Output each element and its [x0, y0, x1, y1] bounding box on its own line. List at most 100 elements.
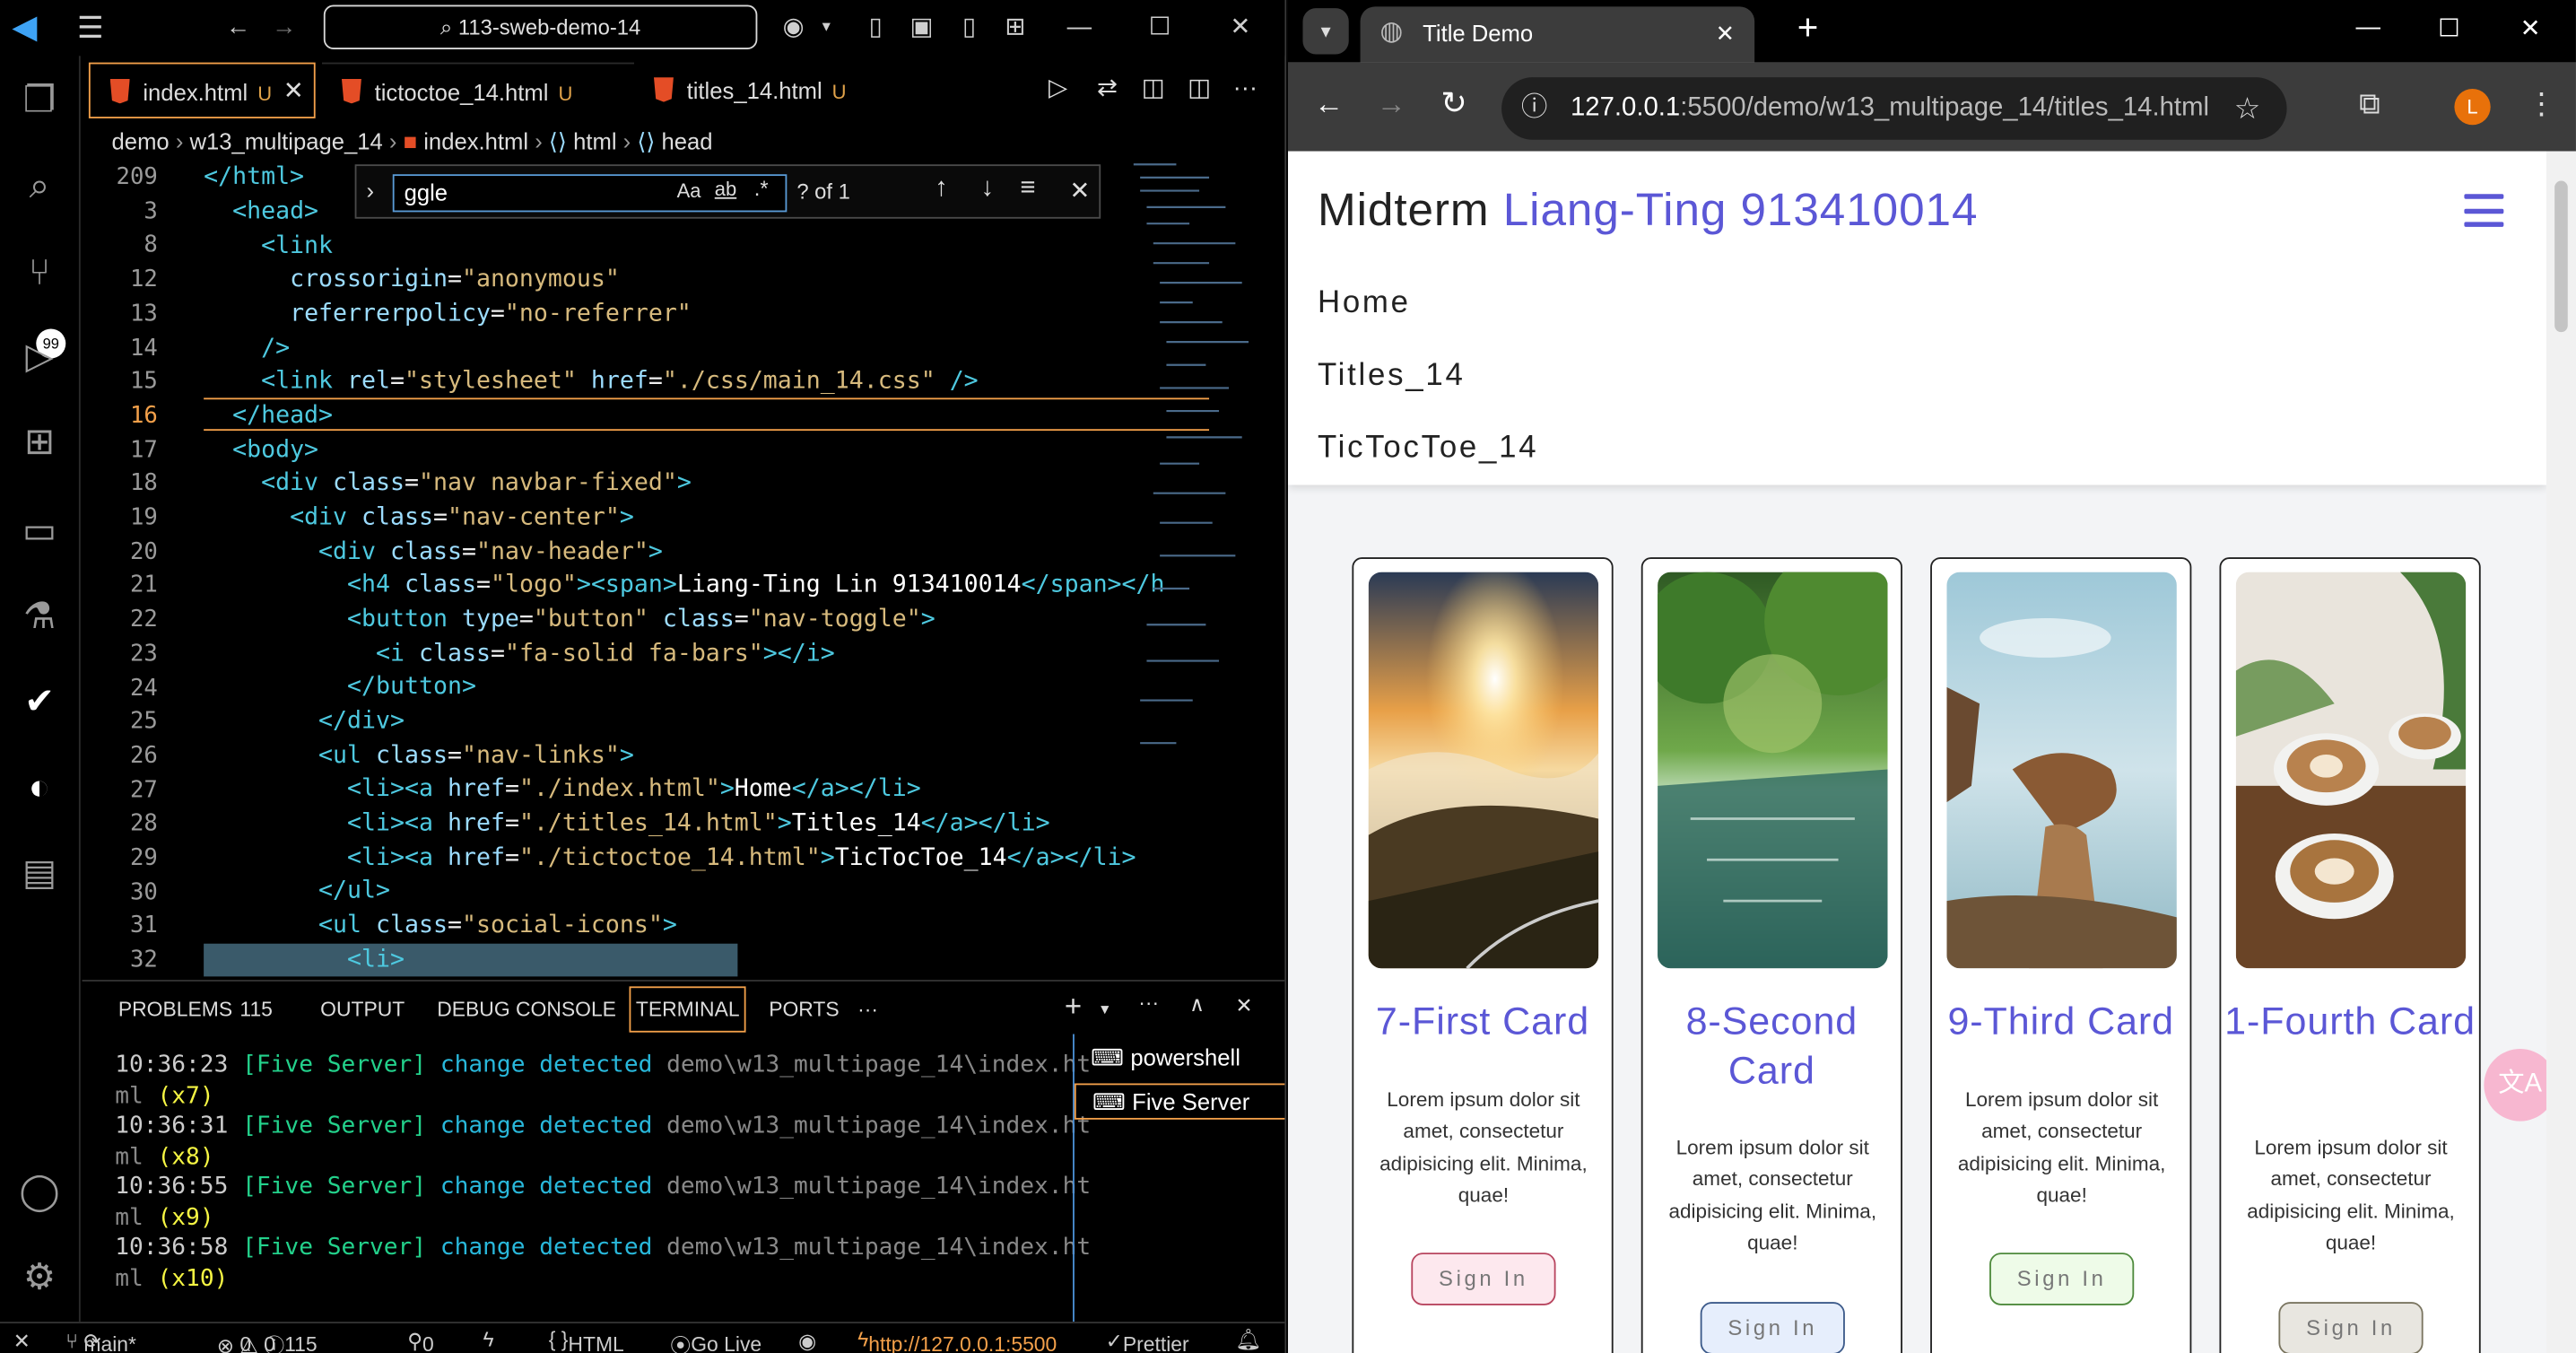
- toggle-replace-icon[interactable]: ›: [366, 178, 374, 204]
- nav-link-titles[interactable]: Titles_14: [1318, 358, 1466, 394]
- lightning-icon[interactable]: ϟ: [483, 1328, 493, 1351]
- tab-problems[interactable]: PROBLEMS: [118, 998, 232, 1021]
- chevron-down-icon[interactable]: ▾: [1101, 1001, 1109, 1019]
- remote-icon[interactable]: ✕: [13, 1328, 30, 1353]
- close-icon[interactable]: ✕: [1224, 12, 1258, 45]
- hamburger-menu-icon[interactable]: [2464, 194, 2504, 227]
- next-match-icon[interactable]: ↓: [980, 174, 994, 204]
- match-word-toggle[interactable]: ab: [715, 178, 736, 201]
- problems-indicator[interactable]: ⊗ 0 ⚠ 0 ⓘ 115: [217, 1328, 318, 1353]
- sign-in-button[interactable]: Sign In: [1700, 1302, 1845, 1353]
- site-info-icon[interactable]: ⓘ: [1521, 77, 1547, 140]
- new-tab-icon[interactable]: +: [1797, 6, 1819, 49]
- close-tab-icon[interactable]: ✕: [283, 64, 304, 119]
- minimize-icon[interactable]: —: [1063, 12, 1096, 45]
- notifications-bell-icon[interactable]: 🔔︎: [1235, 1328, 1261, 1352]
- find-in-selection-icon[interactable]: ≡: [1020, 174, 1035, 204]
- more-actions-icon[interactable]: ···: [1229, 73, 1262, 106]
- match-case-toggle[interactable]: Aa: [677, 179, 701, 203]
- breadcrumb-item[interactable]: index.html: [423, 128, 528, 154]
- server-url[interactable]: ϟ http://127.0.0.1:5500: [857, 1328, 1057, 1352]
- go-live-button[interactable]: ⦿ Go Live: [670, 1328, 761, 1353]
- new-terminal-icon[interactable]: +: [1065, 990, 1082, 1024]
- settings-gear-icon[interactable]: ⚙: [14, 1253, 64, 1302]
- copilot-icon[interactable]: ◉: [777, 12, 810, 45]
- breadcrumb-item[interactable]: html: [573, 128, 616, 154]
- toggle-secondary-sidebar-icon[interactable]: ▯: [953, 12, 986, 45]
- remote-explorer-icon[interactable]: ▭: [14, 506, 64, 555]
- chevron-down-icon[interactable]: ▾: [810, 12, 843, 45]
- tab-output[interactable]: OUTPUT: [320, 998, 405, 1021]
- breadcrumb-item[interactable]: head: [662, 128, 713, 154]
- close-panel-icon[interactable]: ✕: [1235, 993, 1252, 1018]
- regex-toggle[interactable]: .*: [754, 176, 769, 200]
- maximize-icon[interactable]: ☐: [2438, 13, 2460, 43]
- minimize-icon[interactable]: —: [2356, 13, 2380, 41]
- breadcrumb-item[interactable]: demo: [112, 128, 170, 154]
- previous-match-icon[interactable]: ↑: [935, 174, 948, 204]
- terminal-item-powershell[interactable]: ⌨ powershell: [1091, 1044, 1240, 1072]
- more-menu-icon[interactable]: ⋮: [2527, 87, 2556, 121]
- compare-changes-icon[interactable]: ⇄: [1091, 73, 1124, 106]
- sign-in-button[interactable]: Sign In: [1411, 1253, 1556, 1305]
- page-scrollbar[interactable]: [2546, 151, 2576, 1353]
- sign-in-button[interactable]: Sign In: [1989, 1253, 2135, 1305]
- terminal-item-five-server[interactable]: ⌨ Five Server: [1074, 1083, 1285, 1120]
- copilot-status-icon[interactable]: ◉: [798, 1328, 816, 1353]
- maximize-panel-icon[interactable]: ∧: [1189, 991, 1205, 1017]
- run-debug-icon[interactable]: ▷: [14, 332, 64, 381]
- back-arrow-icon[interactable]: ←: [222, 12, 255, 45]
- tab-index-html[interactable]: index.html U ✕: [88, 62, 316, 119]
- split-editor-icon[interactable]: ◫: [1183, 73, 1216, 106]
- bookmark-star-icon[interactable]: ☆: [2234, 77, 2261, 140]
- address-bar[interactable]: ⓘ 127.0.0.1:5500/demo/w13_multipage_14/t…: [1501, 77, 2287, 140]
- browser-tab[interactable]: ◍ Title Demo ✕: [1360, 6, 1755, 63]
- language-mode[interactable]: { } HTML: [549, 1328, 624, 1352]
- branch-indicator[interactable]: ⑂ main* ⟳: [65, 1328, 136, 1353]
- close-tab-icon[interactable]: ✕: [1716, 6, 1735, 59]
- more-tabs-icon[interactable]: ···: [857, 998, 878, 1021]
- testing-icon[interactable]: ⚗: [14, 592, 64, 642]
- toggle-panel-icon[interactable]: ▣: [905, 12, 938, 45]
- close-icon[interactable]: ✕: [2520, 13, 2541, 43]
- reload-icon[interactable]: ↻: [1440, 85, 1466, 123]
- close-find-icon[interactable]: ✕: [1069, 176, 1090, 205]
- scrollbar-thumb[interactable]: [2554, 180, 2568, 333]
- minimap[interactable]: [1127, 158, 1272, 816]
- forward-arrow-icon[interactable]: →: [268, 12, 301, 45]
- ports-indicator[interactable]: ⚲ 0: [407, 1328, 434, 1353]
- tab-terminal[interactable]: TERMINAL: [629, 986, 746, 1033]
- toggle-sidebar-icon[interactable]: ▯: [859, 12, 892, 45]
- nav-link-tictoctoe[interactable]: TicTocToe_14: [1318, 431, 1538, 467]
- extensions-icon[interactable]: ⧉: [2359, 87, 2380, 121]
- source-control-icon[interactable]: ⑂: [14, 249, 64, 298]
- tab-ports[interactable]: PORTS: [769, 998, 839, 1021]
- open-preview-icon[interactable]: ◫: [1136, 73, 1170, 106]
- tab-search-icon[interactable]: ▾: [1302, 8, 1349, 55]
- more-actions-icon[interactable]: ···: [1138, 991, 1159, 1015]
- prettier-status[interactable]: ✓ Prettier: [1106, 1328, 1189, 1353]
- run-icon[interactable]: ▷: [1041, 73, 1075, 106]
- tab-titles-html[interactable]: titles_14.html U: [634, 63, 986, 118]
- customize-layout-icon[interactable]: ⊞: [999, 12, 1032, 45]
- checklist-icon[interactable]: ✔: [14, 677, 64, 727]
- maximize-icon[interactable]: ☐: [1144, 12, 1177, 45]
- account-icon[interactable]: ◯: [14, 1167, 64, 1217]
- extensions-icon[interactable]: ⊞: [14, 417, 64, 467]
- command-center-search[interactable]: ⌕ 113-sweb-demo-14: [323, 4, 758, 49]
- breadcrumb-item[interactable]: w13_multipage_14: [190, 128, 383, 154]
- sign-in-button[interactable]: Sign In: [2278, 1302, 2424, 1353]
- translate-icon[interactable]: 文A: [2484, 1049, 2556, 1122]
- menu-icon[interactable]: ☰: [74, 12, 107, 45]
- back-arrow-icon[interactable]: ←: [1314, 87, 1344, 121]
- tab-debug-console[interactable]: DEBUG CONSOLE: [437, 998, 616, 1021]
- chat-icon[interactable]: ▤: [14, 848, 64, 897]
- forward-arrow-icon[interactable]: →: [1377, 87, 1406, 121]
- live-share-icon[interactable]: ◐: [14, 763, 64, 812]
- explorer-icon[interactable]: ❐: [14, 75, 64, 125]
- profile-avatar[interactable]: L: [2454, 88, 2491, 126]
- search-icon[interactable]: ⌕: [14, 161, 64, 211]
- code-editor[interactable]: 209 3 8 12 13 14 15 16 17 18 19 20 21 22 23 24 25 26 27 28 2…: [83, 158, 1285, 977]
- tab-tictoctoe-html[interactable]: tictoctoe_14.html U: [321, 62, 634, 118]
- nav-link-home[interactable]: Home: [1318, 286, 1411, 322]
